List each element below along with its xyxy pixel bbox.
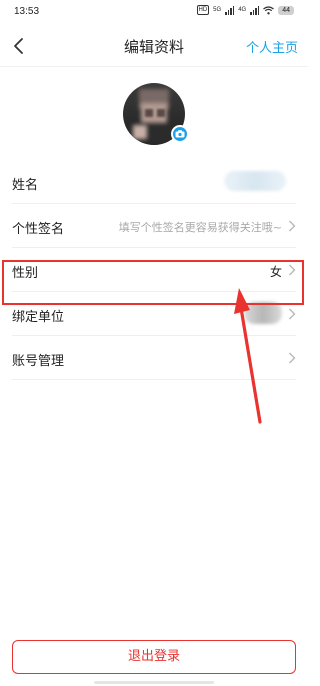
personal-homepage-link[interactable]: 个人主页 <box>246 37 298 56</box>
row-signature[interactable]: 个性签名 填写个性签名更容易获得关注哦~ <box>12 204 296 248</box>
status-icons: HD 5G 4G 44 <box>196 5 294 15</box>
row-label-name: 姓名 <box>12 178 39 193</box>
name-value-blurred <box>224 171 286 191</box>
nav-divider <box>0 66 308 67</box>
avatar-container[interactable] <box>123 83 189 145</box>
nav-bar: 编辑资料 个人主页 <box>0 26 308 66</box>
signature-placeholder: 填写个性签名更容易获得关注哦~ <box>118 221 282 234</box>
chevron-right-icon <box>289 264 296 276</box>
camera-icon <box>175 130 185 138</box>
signal-bars-icon <box>225 5 235 15</box>
status-bar: 13:53 HD 5G 4G 44 <box>0 0 308 24</box>
row-label-account-management: 账号管理 <box>12 354 65 369</box>
battery-indicator: 44 <box>278 5 294 15</box>
chevron-right-icon <box>289 308 296 320</box>
logout-button[interactable]: 退出登录 <box>12 640 296 674</box>
network-5g-label: 5G <box>213 7 222 13</box>
row-name[interactable]: 姓名 <box>12 160 296 204</box>
signal-bars-icon-2 <box>250 5 260 15</box>
row-value-gender: 女 <box>269 265 282 279</box>
wifi-icon <box>263 5 275 14</box>
hd-icon: HD <box>196 5 210 15</box>
chevron-right-icon <box>289 352 296 364</box>
change-avatar-button[interactable] <box>171 125 189 143</box>
red-arrow-annotation <box>234 288 262 424</box>
row-label-signature: 个性签名 <box>12 222 65 237</box>
home-indicator <box>94 681 214 684</box>
row-label-bind-unit: 绑定单位 <box>12 310 65 325</box>
network-4g-label: 4G <box>238 7 247 13</box>
chevron-right-icon <box>289 220 296 232</box>
status-time: 13:53 <box>14 6 40 17</box>
row-label-gender: 性别 <box>12 266 39 281</box>
